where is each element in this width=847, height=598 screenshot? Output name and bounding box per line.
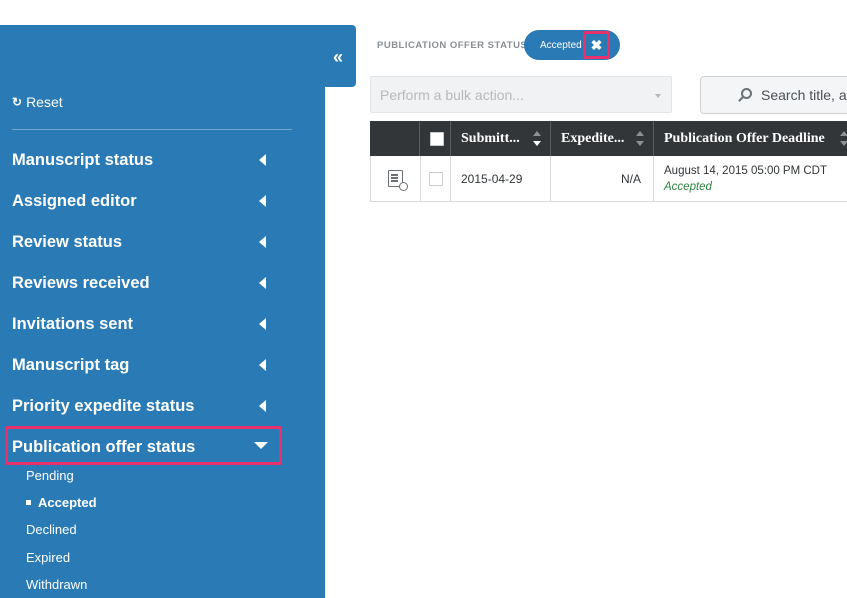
manuscript-table: Submitt... Expedite... Publication Offer…: [370, 121, 847, 202]
filter-list: Manuscript status Assigned editor Review…: [0, 140, 325, 468]
caret-left-icon: [259, 318, 266, 330]
header-publication-offer-deadline[interactable]: Publication Offer Deadline: [654, 121, 847, 156]
bulk-action-placeholder: Perform a bulk action...: [380, 86, 524, 103]
bulk-action-select[interactable]: Perform a bulk action...: [370, 76, 672, 113]
selected-bullet-icon: [26, 500, 31, 506]
filter-label: Priority expedite status: [12, 397, 195, 415]
filter-label: Invitations sent: [12, 315, 134, 333]
filter-manuscript-tag[interactable]: Manuscript tag: [0, 345, 325, 386]
caret-left-icon: [259, 154, 266, 166]
caret-left-icon: [259, 277, 266, 289]
filter-options: Pending Accepted Declined Expired Withdr…: [26, 462, 97, 598]
offer-status: Accepted: [664, 180, 712, 193]
filter-assigned-editor[interactable]: Assigned editor: [0, 181, 325, 222]
filter-invitations-sent[interactable]: Invitations sent: [0, 304, 325, 345]
select-all-cell: [420, 121, 451, 156]
search-placeholder: Search title, au: [761, 87, 847, 103]
row-checkbox[interactable]: [428, 171, 443, 186]
header-submitted[interactable]: Submitt...: [451, 121, 551, 156]
preview-cell[interactable]: [371, 156, 421, 201]
header-label: Expedite...: [561, 130, 625, 146]
sort-icon: [533, 131, 541, 147]
header-label: Publication Offer Deadline: [664, 130, 825, 146]
filter-reviews-received[interactable]: Reviews received: [0, 263, 325, 304]
caret-left-icon: [259, 195, 266, 207]
filter-label: Review status: [12, 233, 123, 251]
dropdown-arrow-icon: [655, 94, 661, 98]
option-label: Expired: [26, 549, 71, 565]
option-withdrawn[interactable]: Withdrawn: [26, 571, 97, 598]
option-accepted[interactable]: Accepted: [26, 489, 97, 516]
search-icon: [741, 88, 752, 99]
header-label: Submitt...: [461, 130, 520, 146]
caret-down-icon: [254, 442, 268, 449]
filter-label: Reviews received: [12, 274, 150, 292]
filter-label: Publication offer status: [12, 438, 196, 456]
header-expedite[interactable]: Expedite...: [551, 121, 654, 156]
filter-manuscript-status[interactable]: Manuscript status: [0, 140, 325, 181]
deadline-date: August 14, 2015 05:00 PM CDT: [664, 164, 828, 177]
option-expired[interactable]: Expired: [26, 544, 97, 571]
sidebar-divider: [12, 129, 292, 130]
deadline-cell: August 14, 2015 05:00 PM CDT Accepted: [654, 156, 847, 201]
option-label: Declined: [26, 522, 77, 538]
caret-left-icon: [259, 359, 266, 371]
reset-label: Reset: [26, 94, 63, 110]
filter-priority-expedite-status[interactable]: Priority expedite status: [0, 386, 325, 427]
expedite-cell: N/A: [551, 156, 654, 201]
option-declined[interactable]: Declined: [26, 516, 97, 543]
sort-icon: [636, 131, 644, 147]
refresh-icon: ↻: [12, 95, 23, 109]
submitted-cell: 2015-04-29: [451, 156, 551, 201]
table-header: Submitt... Expedite... Publication Offer…: [370, 121, 847, 156]
active-filter-label: PUBLICATION OFFER STATUS: [377, 40, 528, 51]
filter-label: Assigned editor: [12, 192, 137, 210]
sort-icon: [840, 131, 847, 147]
active-filter-value: Accepted: [540, 39, 582, 51]
close-icon: ✖: [590, 36, 603, 53]
option-label: Withdrawn: [26, 576, 88, 592]
caret-left-icon: [259, 400, 266, 412]
caret-left-icon: [259, 236, 266, 248]
filter-label: Manuscript status: [12, 151, 154, 169]
select-all-checkbox[interactable]: [430, 131, 444, 146]
filter-label: Manuscript tag: [12, 356, 130, 374]
search-input[interactable]: Search title, au: [700, 76, 847, 114]
document-preview-icon: [388, 170, 408, 191]
table-row: 2015-04-29 N/A August 14, 2015 05:00 PM …: [370, 156, 847, 202]
filter-review-status[interactable]: Review status: [0, 222, 325, 263]
row-select-cell: [421, 156, 451, 201]
header-icon-column: [370, 121, 420, 156]
option-label: Pending: [26, 468, 74, 484]
option-label: Accepted: [38, 495, 97, 511]
reset-button[interactable]: ↻ Reset: [12, 94, 63, 110]
remove-filter-button[interactable]: ✖: [583, 31, 610, 59]
option-pending[interactable]: Pending: [26, 462, 97, 489]
collapse-sidebar-button[interactable]: «: [325, 44, 351, 70]
